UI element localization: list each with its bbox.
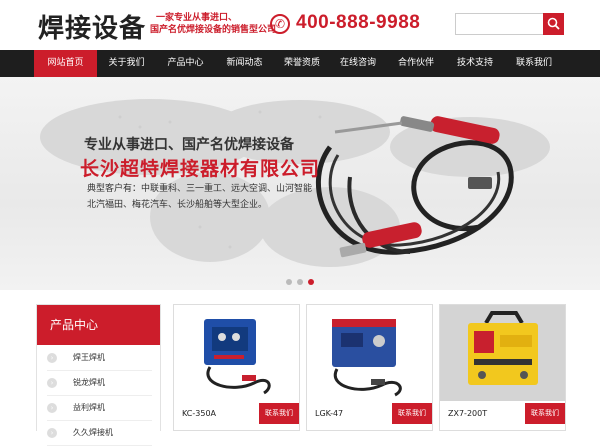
phone-icon: ✆ bbox=[270, 14, 290, 34]
slider-dot-2[interactable] bbox=[297, 279, 303, 285]
hero-banner[interactable]: 专业从事进口、国产名优焊接设备 长沙超特焊接器材有限公司 典型客户有：中联重科、… bbox=[0, 77, 600, 290]
sidebar-item-hanwang[interactable]: › 焊王焊机 bbox=[47, 346, 152, 371]
sidebar-item-yili[interactable]: › 益利焊机 bbox=[47, 396, 152, 421]
contact-us-button[interactable]: 联系我们 bbox=[392, 403, 432, 424]
nav-support[interactable]: 技术支持 bbox=[446, 50, 504, 77]
sidebar-item-label: 久久焊接机 bbox=[73, 428, 113, 437]
sidebar-item-label: 焊王焊机 bbox=[73, 353, 105, 362]
sidebar-item-label: 锐龙焊机 bbox=[73, 378, 105, 387]
product-name: LGK-47 bbox=[315, 409, 344, 418]
nav-home[interactable]: 网站首页 bbox=[34, 50, 97, 77]
product-name: KC-350A bbox=[182, 409, 217, 418]
sidebar-item-jiujiu[interactable]: › 久久焊接机 bbox=[47, 421, 152, 446]
banner-clients-line-2: 北汽福田、梅花汽车、长沙船舶等大型企业。 bbox=[87, 200, 268, 210]
hotline-number: 400-888-9988 bbox=[296, 12, 421, 33]
banner-clients-line-1: 典型客户有：中联重科、三一重工、远大空调、山河智能 bbox=[87, 184, 313, 194]
product-image bbox=[440, 305, 565, 401]
product-card[interactable]: KC-350A 联系我们 bbox=[173, 304, 300, 431]
product-image bbox=[307, 305, 432, 401]
site-logo[interactable]: 焊接设备 bbox=[38, 8, 146, 45]
product-category-sidebar: 产品中心 › 焊王焊机 › 锐龙焊机 › 益利焊机 › 久久焊接机 bbox=[36, 304, 161, 446]
slider-dot-1[interactable] bbox=[286, 279, 292, 285]
chevron-right-icon: › bbox=[47, 428, 57, 438]
slogan-line-1: 一家专业从事进口、 bbox=[156, 13, 238, 23]
nav-consult[interactable]: 在线咨询 bbox=[330, 50, 386, 77]
nav-partners[interactable]: 合作伙伴 bbox=[386, 50, 446, 77]
contact-us-button[interactable]: 联系我们 bbox=[259, 403, 299, 424]
product-name: ZX7-200T bbox=[448, 409, 488, 418]
slogan-line-2: 国产名优焊接设备的销售型公司 bbox=[150, 25, 277, 35]
product-image bbox=[174, 305, 299, 401]
sidebar-item-label: 益利焊机 bbox=[73, 403, 105, 412]
chevron-right-icon: › bbox=[47, 378, 57, 388]
chevron-right-icon: › bbox=[47, 403, 57, 413]
nav-honors[interactable]: 荣誉资质 bbox=[274, 50, 330, 77]
search-button[interactable] bbox=[543, 13, 564, 35]
slogan: 一家专业从事进口、 国产名优焊接设备的销售型公司 bbox=[150, 12, 276, 36]
contact-us-button[interactable]: 联系我们 bbox=[525, 403, 565, 424]
nav-contact[interactable]: 联系我们 bbox=[504, 50, 564, 77]
product-card[interactable]: LGK-47 联系我们 bbox=[306, 304, 433, 431]
nav-products[interactable]: 产品中心 bbox=[156, 50, 215, 77]
sidebar-title: 产品中心 bbox=[37, 305, 160, 345]
nav-news[interactable]: 新闻动态 bbox=[215, 50, 274, 77]
main-nav: 网站首页 关于我们 产品中心 新闻动态 荣誉资质 在线咨询 合作伙伴 技术支持 … bbox=[0, 50, 600, 77]
banner-headline: 专业从事进口、国产名优焊接设备 bbox=[84, 137, 294, 153]
chevron-right-icon: › bbox=[47, 353, 57, 363]
product-card[interactable]: ZX7-200T 联系我们 bbox=[439, 304, 566, 431]
search-icon bbox=[547, 17, 560, 30]
slider-dot-3[interactable] bbox=[308, 279, 314, 285]
banner-company-name: 长沙超特焊接器材有限公司 bbox=[80, 158, 321, 180]
nav-about[interactable]: 关于我们 bbox=[97, 50, 156, 77]
header: 焊接设备 一家专业从事进口、 国产名优焊接设备的销售型公司 ✆ 400-888-… bbox=[0, 0, 600, 50]
sidebar-item-ruilong[interactable]: › 锐龙焊机 bbox=[47, 371, 152, 396]
